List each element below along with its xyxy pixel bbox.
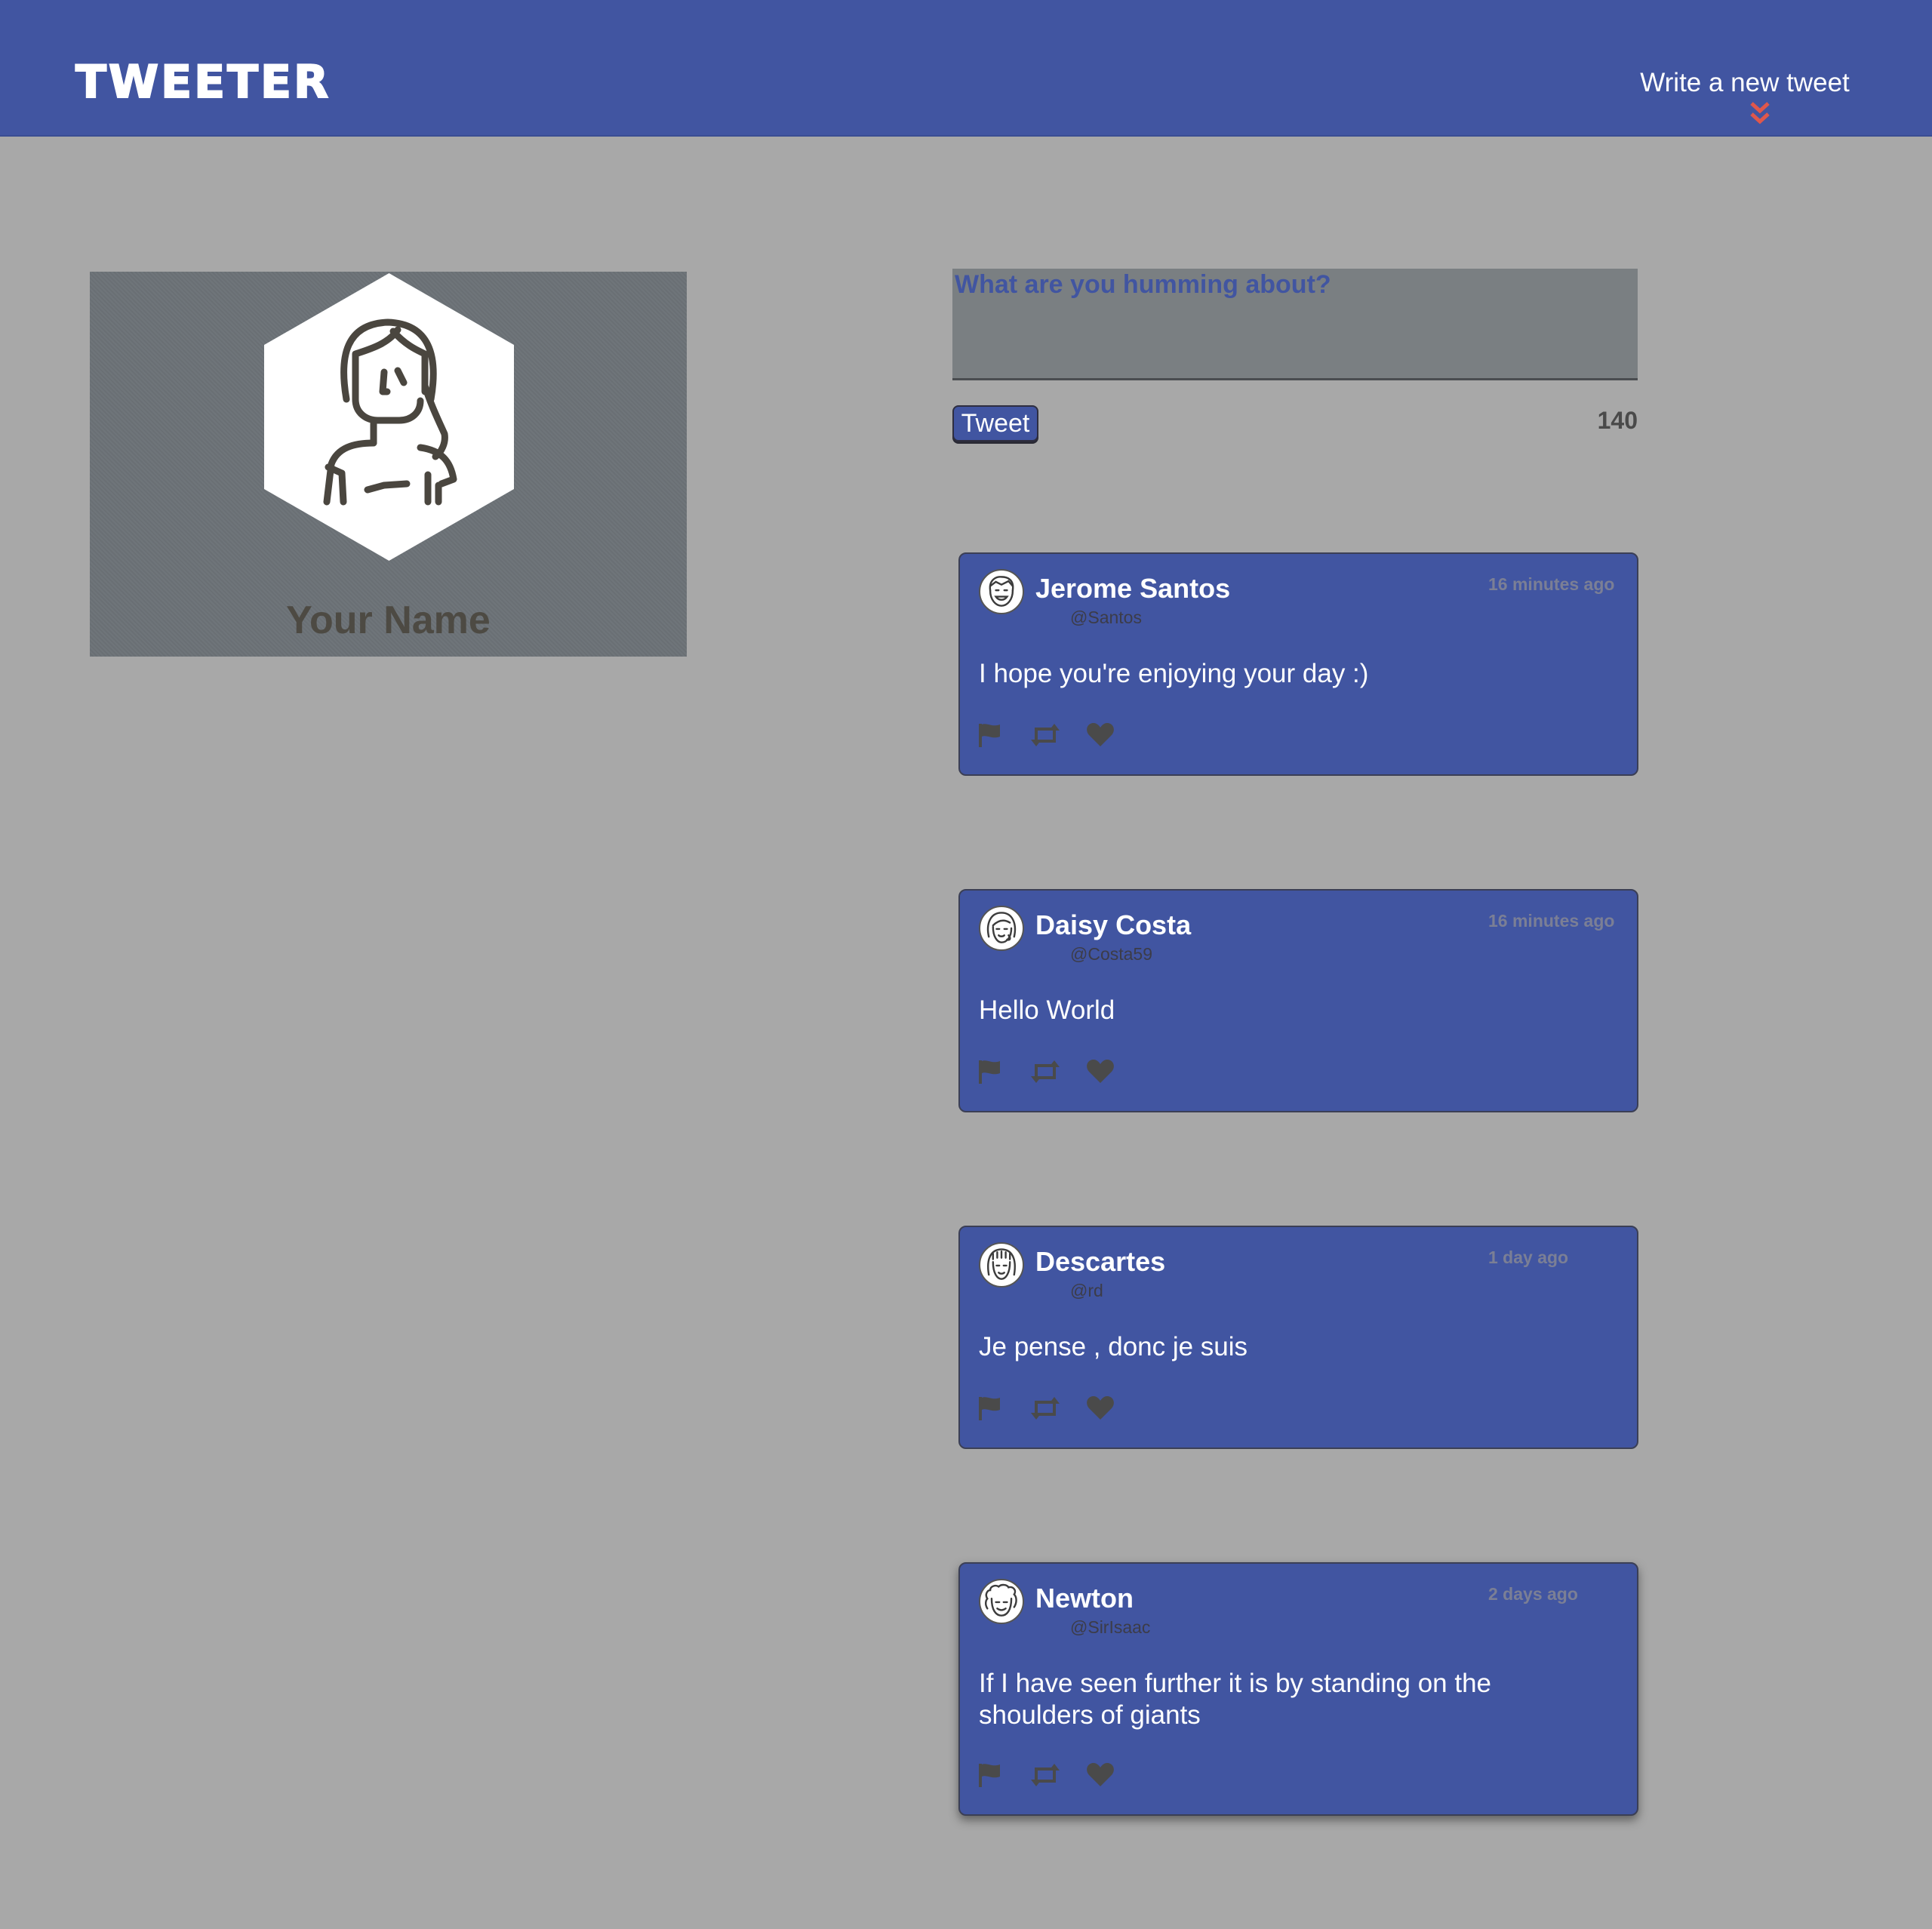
man-long-hair-avatar-icon (987, 1248, 1016, 1280)
avatar[interactable] (979, 569, 1024, 614)
heart-icon[interactable] (1085, 1395, 1115, 1425)
tweet-button[interactable]: Tweet (952, 405, 1038, 441)
tweet-author-handle[interactable]: @Costa59 (1070, 943, 1152, 964)
tweet-card: Daisy Costa @Costa59 16 minutes ago Hell… (958, 889, 1638, 1112)
tweet-composer-input[interactable] (952, 269, 1638, 380)
character-counter: 140 (1597, 407, 1638, 434)
tweet-card: Jerome Santos @Santos 16 minutes ago I h… (958, 552, 1638, 776)
profile-name: Your Name (286, 598, 491, 642)
avatar[interactable] (979, 1242, 1024, 1288)
heart-icon[interactable] (1085, 1058, 1115, 1088)
write-new-tweet-link[interactable]: Write a new tweet (1632, 66, 1858, 100)
retweet-icon[interactable] (1029, 721, 1061, 752)
tweet-author-name[interactable]: Jerome Santos (1035, 572, 1230, 605)
avatar[interactable] (979, 1579, 1024, 1624)
retweet-icon[interactable] (1029, 1761, 1061, 1792)
flag-icon[interactable] (977, 721, 1004, 752)
double-chevron-down-icon[interactable] (1749, 100, 1771, 126)
tweet-content: Je pense , donc je suis (979, 1332, 1248, 1361)
flag-icon[interactable] (977, 1761, 1004, 1792)
tweet-author-handle[interactable]: @rd (1070, 1280, 1103, 1301)
profile-card: Your Name (90, 272, 687, 657)
tweet-author-name[interactable]: Daisy Costa (1035, 909, 1191, 942)
flag-icon[interactable] (977, 1395, 1004, 1425)
retweet-icon[interactable] (1029, 1395, 1061, 1425)
heart-icon[interactable] (1085, 721, 1115, 752)
navbar: TWEETER Write a new tweet (0, 0, 1932, 137)
tweet-author-handle[interactable]: @SirIsaac (1070, 1617, 1150, 1638)
tweet-content: I hope you're enjoying your day :) (979, 659, 1369, 688)
woman-avatar-icon (264, 273, 514, 561)
tweet-author-name[interactable]: Descartes (1035, 1245, 1165, 1278)
tweet-card: Descartes @rd 1 day ago Je pense , donc … (958, 1226, 1638, 1449)
tweet-timestamp: 16 minutes ago (1488, 574, 1615, 594)
tweet-author-handle[interactable]: @Santos (1070, 607, 1142, 628)
tweet-timestamp: 16 minutes ago (1488, 911, 1615, 931)
avatar[interactable] (979, 906, 1024, 951)
app-logo[interactable]: TWEETER (75, 55, 331, 109)
tweet-content: Hello World (979, 995, 1115, 1025)
flag-icon[interactable] (977, 1058, 1004, 1088)
heart-icon[interactable] (1085, 1761, 1115, 1792)
woman-avatar-icon (986, 912, 1017, 943)
man-smiling-avatar-icon (989, 576, 1014, 607)
tweet-author-name[interactable]: Newton (1035, 1582, 1134, 1615)
man-curly-hair-avatar-icon (984, 1583, 1017, 1617)
tweet-card: Newton @SirIsaac 2 days ago If I have se… (958, 1562, 1638, 1816)
tweet-timestamp: 1 day ago (1488, 1248, 1569, 1267)
tweet-timestamp: 2 days ago (1488, 1584, 1578, 1604)
tweet-content: If I have seen further it is by standing… (979, 1669, 1492, 1730)
retweet-icon[interactable] (1029, 1058, 1061, 1088)
